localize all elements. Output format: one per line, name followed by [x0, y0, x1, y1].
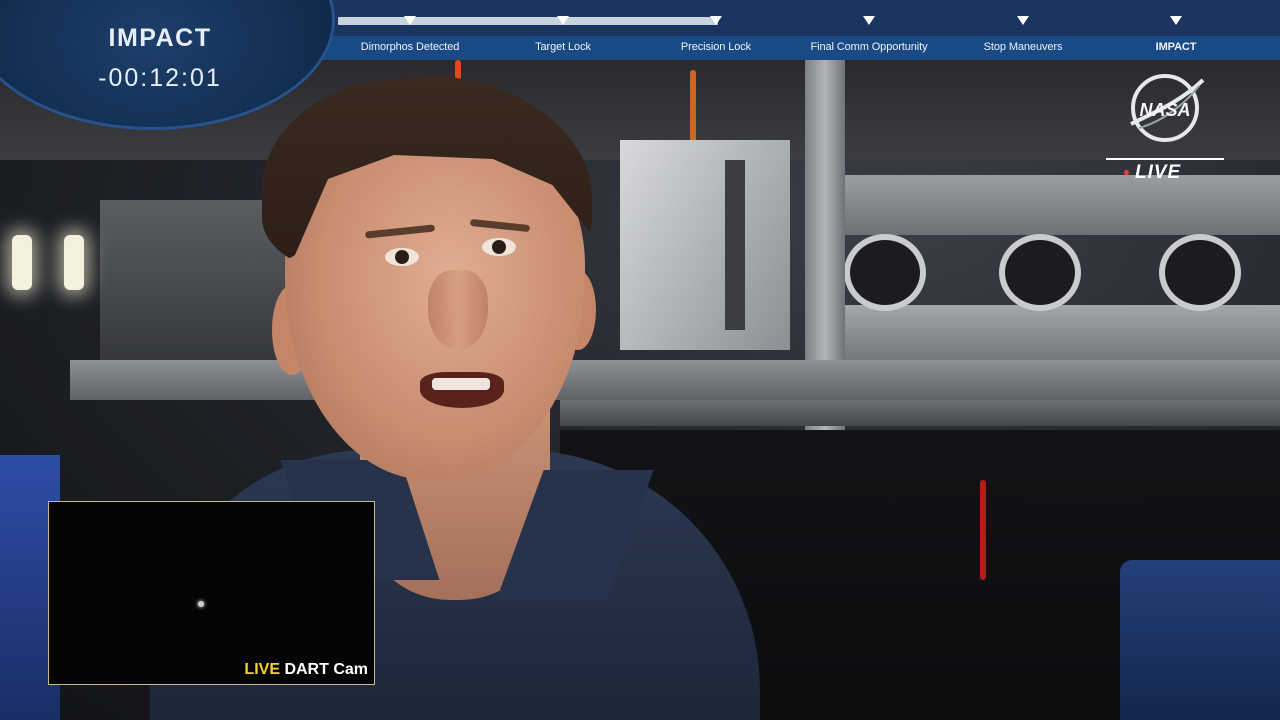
milestone-marker-icon — [710, 16, 722, 25]
timeline-progress-bar — [338, 17, 718, 25]
milestone-target-lock: Target Lock — [535, 41, 591, 53]
milestone-impact: IMPACT — [1155, 41, 1197, 53]
pip-label: LIVE DART Cam — [244, 661, 368, 679]
milestone-marker-icon — [1170, 16, 1182, 25]
pip-live-label: LIVE — [244, 661, 280, 678]
interviewee-nose — [428, 270, 488, 350]
dart-cam-feed: LIVE DART Cam — [48, 501, 375, 685]
milestone-marker-icon — [1017, 16, 1029, 25]
pip-camera-label: DART Cam — [284, 661, 368, 678]
interviewee-mouth — [420, 372, 504, 408]
nasa-logo-icon: NASA — [1130, 74, 1205, 142]
interviewee-eye — [385, 248, 419, 266]
interviewee-eye — [482, 238, 516, 256]
live-indicator: LIVE — [1135, 162, 1182, 183]
milestone-final-comm-opportunity: Final Comm Opportunity — [810, 41, 928, 53]
milestone-dimorphos-detected: Dimorphos Detected — [360, 41, 460, 53]
milestone-precision-lock: Precision Lock — [680, 41, 752, 53]
asteroid-point-icon — [198, 601, 204, 607]
nasa-logo-text: NASA — [1139, 100, 1190, 120]
countdown-timer: -00:12:01 — [98, 64, 222, 92]
live-divider — [1106, 158, 1224, 160]
milestone-marker-icon — [863, 16, 875, 25]
milestone-marker-icon — [557, 16, 569, 25]
milestone-stop-maneuvers: Stop Maneuvers — [983, 41, 1063, 53]
countdown-title: IMPACT — [108, 24, 212, 52]
milestone-marker-icon — [404, 16, 416, 25]
